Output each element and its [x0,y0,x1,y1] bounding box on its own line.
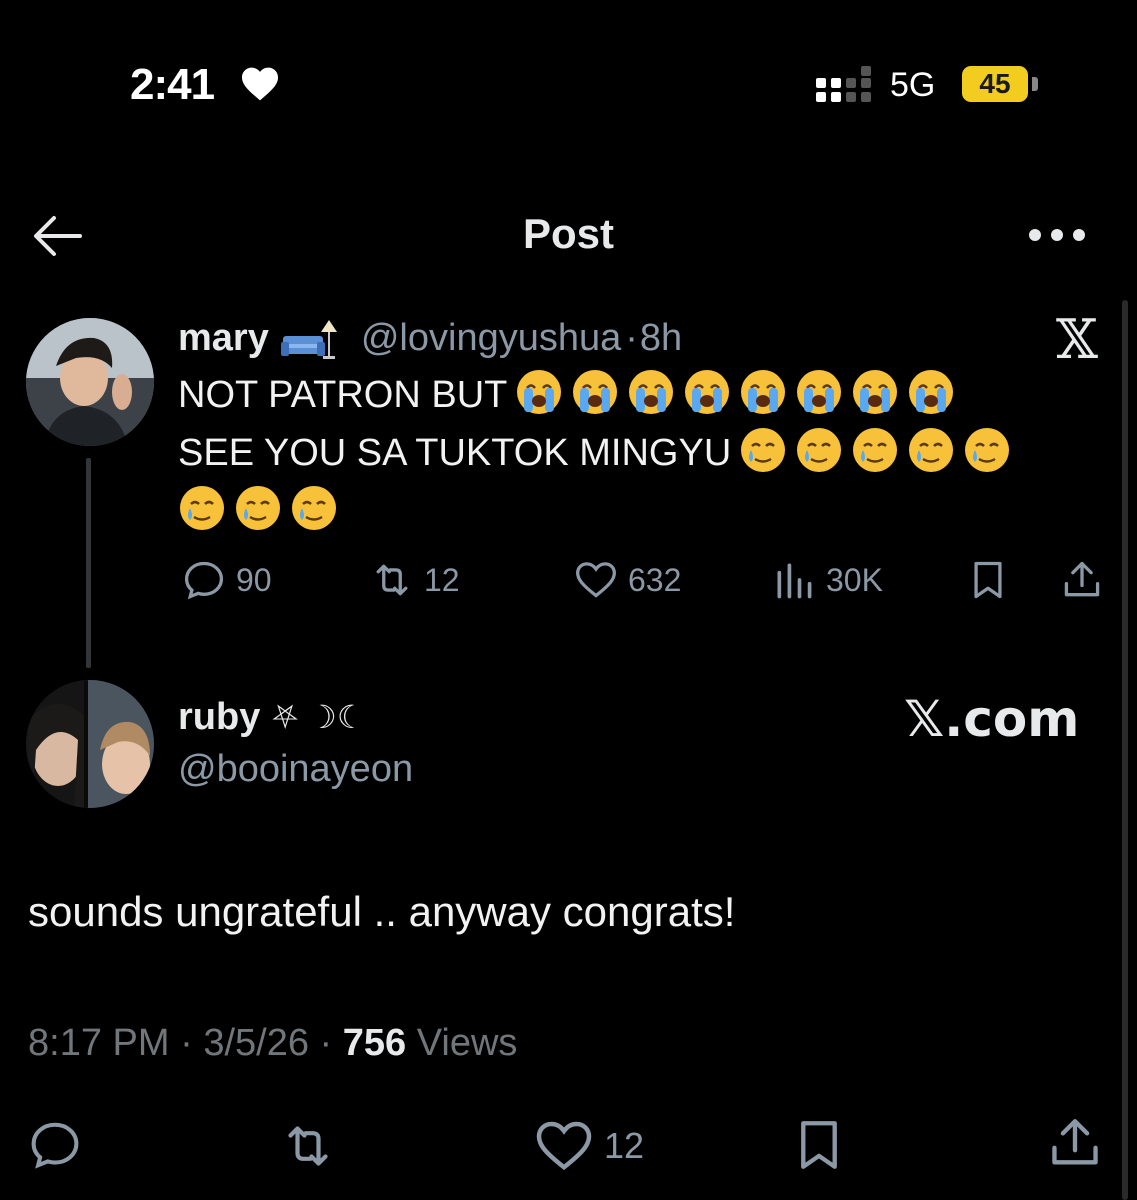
like-button[interactable]: 12 [534,1116,644,1176]
heart-outline-icon [536,1121,592,1171]
tear-smile-emoji [909,428,954,472]
tear-smile-emoji [236,486,280,530]
share-icon[interactable] [1060,558,1104,602]
crying-emoji [797,370,842,414]
name-symbols: ⛧ ☽︎☾ [272,698,366,736]
views-number: 756 [342,1022,407,1064]
post-line-2: SEE YOU SA TUKTOK MINGYU [178,432,732,474]
share-icon[interactable] [1046,1114,1104,1172]
reply-button[interactable]: 90 [182,558,272,602]
reply-text: sounds ungrateful .. anyway congrats! [28,888,736,935]
x-logo-icon: 𝕏 [1056,308,1098,371]
x-com-watermark: 𝕏.com [904,690,1080,748]
more-dots-icon[interactable] [1028,228,1086,242]
parent-post-header: mary @lovingyushua · 8h [178,316,682,360]
tear-smile-emoji [741,428,786,472]
views-chart-icon [777,563,812,599]
battery-nub [1032,77,1038,91]
heart-outline-icon [576,562,616,598]
post-date: 3/5/26 [203,1022,309,1064]
network-type: 5G [890,66,936,104]
scrollbar[interactable] [1122,300,1128,1200]
author-handle[interactable]: @lovingyushua [361,317,621,360]
tear-smile-emoji [853,428,898,472]
crying-emoji [573,370,618,414]
repost-button[interactable]: 12 [370,558,460,602]
post-meta: 8:17 PM · 3/5/26 · 756 Views [28,1022,517,1065]
post-time: 8:17 PM [28,1022,170,1064]
views-label[interactable]: Views [417,1022,518,1064]
like-count: 12 [604,1125,645,1166]
separator-dot: · [319,1022,333,1064]
avatar[interactable] [26,680,154,808]
repost-count: 12 [424,561,460,598]
crying-emoji [685,370,730,414]
tear-smile-emoji [180,486,224,530]
separator-dot: · [180,1022,193,1064]
reply-post-header: ruby ⛧ ☽︎☾ [178,696,366,739]
heart-icon [242,67,278,101]
crying-emoji [853,370,898,414]
thread-line [86,458,91,668]
separator-dot: · [625,316,638,359]
reply-icon[interactable] [28,1118,82,1172]
signal-icon [816,66,871,102]
emoji-row-1 [507,370,955,416]
crying-emoji [909,370,954,414]
crying-emoji [741,370,786,414]
bookmark-icon[interactable] [966,558,1010,602]
author-name[interactable]: ruby [178,696,260,739]
post-line-1: NOT PATRON BUT [178,374,508,416]
emoji-row-3 [170,486,338,532]
like-count: 632 [628,561,682,598]
post-age: 8h [639,316,683,359]
reply-count: 90 [236,561,272,598]
crying-emoji [517,370,562,414]
bookmark-icon[interactable] [790,1116,848,1174]
status-time: 2:41 [130,60,215,109]
repost-icon [376,564,408,596]
tear-smile-emoji [965,428,1010,472]
author-name[interactable]: mary [178,317,269,360]
views-button[interactable]: 30K [772,558,883,602]
like-button[interactable]: 632 [574,558,681,602]
emoji-row-2 [731,428,1011,474]
tear-smile-emoji [292,486,336,530]
post-text: NOT PATRON BUT SEE YOU SA TUKTOK MINGYU [178,366,1108,540]
sofa-lamp-icon [280,320,337,359]
repost-icon[interactable] [280,1118,336,1174]
avatar[interactable] [26,318,154,446]
author-handle[interactable]: @booinayeon [178,748,413,791]
battery-indicator: 45 [962,66,1028,102]
crying-emoji [629,370,674,414]
reply-icon [184,561,224,600]
tear-smile-emoji [797,428,842,472]
views-count: 30K [826,561,883,598]
page-title: Post [522,210,614,257]
